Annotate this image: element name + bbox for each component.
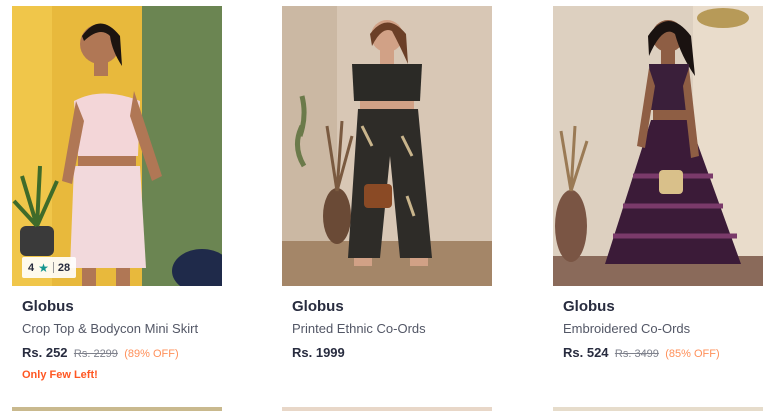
rating-count: 28 bbox=[57, 261, 71, 274]
price-row: Rs. 524 Rs. 3499 (85% OFF) bbox=[563, 345, 763, 361]
product-price: Rs. 1999 bbox=[292, 345, 345, 360]
product-title: Embroidered Co-Ords bbox=[563, 321, 691, 336]
next-product-image-edge bbox=[553, 407, 763, 411]
product-price: Rs. 524 bbox=[563, 345, 609, 360]
next-product-image-edge bbox=[282, 407, 492, 411]
product-card[interactable]: 4 ★ 28 Globus Crop Top & Bodycon Mini Sk… bbox=[12, 6, 222, 381]
product-title: Crop Top & Bodycon Mini Skirt bbox=[22, 321, 199, 336]
product-discount: (85% OFF) bbox=[665, 348, 720, 360]
product-mrp: Rs. 3499 bbox=[614, 348, 659, 360]
product-brand: Globus bbox=[563, 298, 615, 315]
product-image[interactable] bbox=[282, 6, 492, 286]
price-row: Rs. 252 Rs. 2299 (89% OFF) bbox=[22, 345, 222, 361]
stock-note: Only Few Left! bbox=[22, 369, 98, 381]
product-image[interactable] bbox=[553, 6, 763, 286]
next-product-image-edge bbox=[12, 407, 222, 411]
product-image[interactable]: 4 ★ 28 bbox=[12, 6, 222, 286]
rating-divider bbox=[52, 262, 54, 273]
product-price: Rs. 252 bbox=[22, 345, 68, 360]
star-icon: ★ bbox=[38, 260, 49, 275]
product-brand: Globus bbox=[292, 298, 344, 315]
product-card[interactable]: Globus Embroidered Co-Ords Rs. 524 Rs. 3… bbox=[553, 6, 763, 361]
product-discount: (89% OFF) bbox=[124, 348, 179, 360]
rating-value: 4 bbox=[28, 261, 35, 274]
product-mrp: Rs. 2299 bbox=[73, 348, 118, 360]
price-row: Rs. 1999 bbox=[292, 345, 492, 361]
product-title: Printed Ethnic Co-Ords bbox=[292, 321, 426, 336]
product-brand: Globus bbox=[22, 298, 74, 315]
product-card[interactable]: Globus Printed Ethnic Co-Ords Rs. 1999 bbox=[282, 6, 492, 361]
rating-badge: 4 ★ 28 bbox=[22, 257, 77, 278]
